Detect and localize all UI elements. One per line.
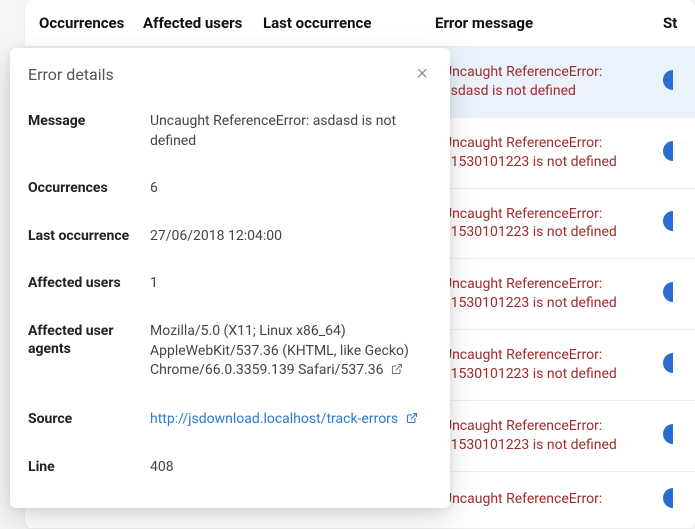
field-message-label: Message <box>28 112 138 130</box>
col-header-error-message[interactable]: Error message <box>435 0 655 47</box>
status-pill[interactable] <box>663 353 673 373</box>
field-message-value: Uncaught ReferenceError: asdasd is not d… <box>150 112 432 151</box>
col-header-status[interactable]: St <box>655 0 695 47</box>
cell-error-message: Uncaught ReferenceError: a1530101223 is … <box>435 400 655 471</box>
status-pill[interactable] <box>663 141 673 161</box>
user-agent-text: Mozilla/5.0 (X11; Linux x86_64) AppleWeb… <box>150 323 409 378</box>
field-source: Source http://jsdownload.localhost/track… <box>28 400 432 449</box>
cell-status <box>655 117 695 188</box>
field-line: Line 408 <box>28 448 432 496</box>
cell-error-message: Uncaught ReferenceError: a1530101223 is … <box>435 330 655 401</box>
status-pill[interactable] <box>663 211 673 231</box>
cell-error-message: Uncaught ReferenceError: a1530101223 is … <box>435 259 655 330</box>
field-line-label: Line <box>28 458 138 476</box>
cell-status <box>655 400 695 471</box>
close-button[interactable]: × <box>412 62 432 86</box>
field-occurrences-label: Occurrences <box>28 179 138 197</box>
error-details-modal: Error details × Message Uncaught Referen… <box>10 48 450 508</box>
field-affected-user-agents-label: Affected user agents <box>28 322 138 358</box>
field-affected-user-agents-value: Mozilla/5.0 (X11; Linux x86_64) AppleWeb… <box>150 322 432 382</box>
external-link-icon[interactable] <box>406 411 418 431</box>
external-link-icon[interactable] <box>391 362 403 382</box>
field-last-occurrence-value: 27/06/2018 12:04:00 <box>150 227 432 247</box>
field-last-occurrence-label: Last occurrence <box>28 227 138 245</box>
col-header-occurrences[interactable]: Occurrences <box>25 0 135 47</box>
modal-title: Error details <box>28 65 114 84</box>
field-source-value: http://jsdownload.localhost/track-errors <box>150 410 432 431</box>
field-line-value: 408 <box>150 458 432 478</box>
field-affected-users: Affected users 1 <box>28 264 432 312</box>
close-icon: × <box>416 63 428 85</box>
cell-status <box>655 259 695 330</box>
cell-error-message: Uncaught ReferenceError: a1530101223 is … <box>435 117 655 188</box>
field-affected-users-value: 1 <box>150 274 432 294</box>
field-affected-users-label: Affected users <box>28 274 138 292</box>
modal-header: Error details × <box>10 48 450 98</box>
field-affected-user-agents: Affected user agents Mozilla/5.0 (X11; L… <box>28 312 432 400</box>
source-link[interactable]: http://jsdownload.localhost/track-errors <box>150 411 398 427</box>
field-occurrences-value: 6 <box>150 179 432 199</box>
cell-status <box>655 47 695 118</box>
field-last-occurrence: Last occurrence 27/06/2018 12:04:00 <box>28 217 432 265</box>
col-header-last-occurrence[interactable]: Last occurrence <box>255 0 435 47</box>
cell-error-message: Uncaught ReferenceError: a1530101223 is … <box>435 188 655 259</box>
modal-body: Message Uncaught ReferenceError: asdasd … <box>10 98 450 496</box>
col-header-affected-users[interactable]: Affected users <box>135 0 255 47</box>
cell-status <box>655 188 695 259</box>
status-pill[interactable] <box>663 70 673 90</box>
status-pill[interactable] <box>663 488 673 508</box>
status-pill[interactable] <box>663 282 673 302</box>
cell-status <box>655 330 695 401</box>
status-pill[interactable] <box>663 424 673 444</box>
cell-error-message: Uncaught ReferenceError: asdasd is not d… <box>435 47 655 118</box>
field-source-label: Source <box>28 410 138 428</box>
field-message: Message Uncaught ReferenceError: asdasd … <box>28 102 432 169</box>
field-occurrences: Occurrences 6 <box>28 169 432 217</box>
